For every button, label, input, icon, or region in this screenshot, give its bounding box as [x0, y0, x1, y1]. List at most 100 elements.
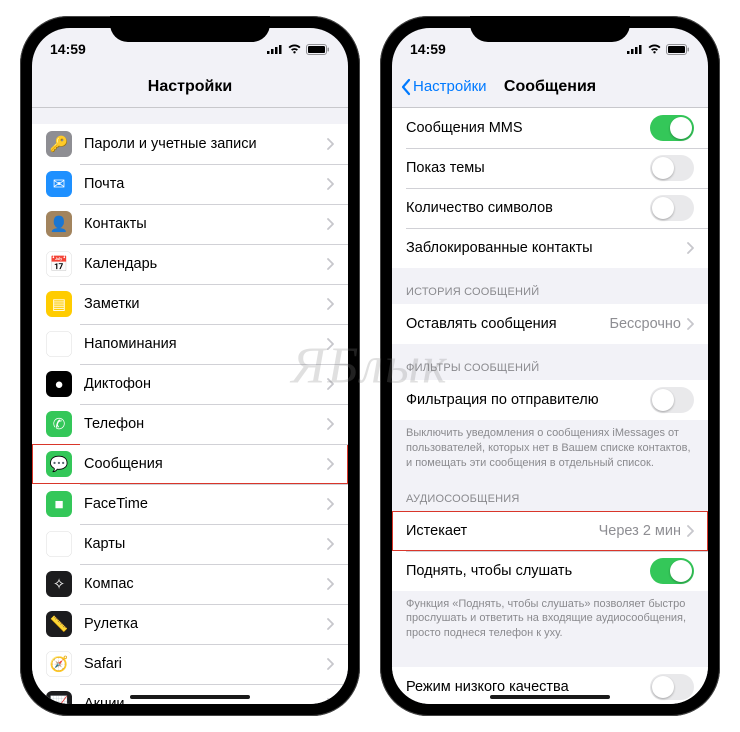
notch — [110, 16, 270, 42]
row-label: Пароли и учетные записи — [84, 136, 327, 152]
settings-row-facetime[interactable]: ■ FaceTime — [32, 484, 348, 524]
status-time: 14:59 — [50, 41, 86, 57]
settings-row-voice-memos[interactable]: ● Диктофон — [32, 364, 348, 404]
settings-row-mail[interactable]: ✉Почта — [32, 164, 348, 204]
wifi-icon — [287, 44, 302, 55]
back-label: Настройки — [413, 78, 487, 95]
row-label: Сообщения — [84, 456, 327, 472]
chevron-right-icon — [327, 138, 334, 150]
compass-icon: ✧ — [46, 571, 72, 597]
home-indicator[interactable] — [130, 695, 250, 699]
settings-row-messages[interactable]: 💬 Сообщения — [32, 444, 348, 484]
section-header-filter: ФИЛЬТРЫ СООБЩЕНИЙ — [392, 344, 708, 380]
stocks-icon: 📈 — [46, 691, 72, 704]
battery-icon — [306, 44, 330, 55]
messages-settings[interactable]: Сообщения MMS Показ темы Количество символ… — [392, 108, 708, 704]
chevron-right-icon — [327, 458, 334, 470]
row-label: Компас — [84, 576, 327, 592]
row-char-count[interactable]: Количество символов — [392, 188, 708, 228]
phone-icon: ✆ — [46, 411, 72, 437]
chevron-right-icon — [327, 378, 334, 390]
voice-memos-icon: ● — [46, 371, 72, 397]
settings-row-safari[interactable]: 🧭Safari — [32, 644, 348, 684]
row-label: Фильтрация по отправителю — [406, 392, 650, 408]
row-subject[interactable]: Показ темы — [392, 148, 708, 188]
row-raise-to-listen[interactable]: Поднять, чтобы слушать — [392, 551, 708, 591]
row-label: Рулетка — [84, 616, 327, 632]
settings-row-calendar[interactable]: 📅Календарь — [32, 244, 348, 284]
page-title: Настройки — [148, 78, 232, 96]
chevron-right-icon — [327, 618, 334, 630]
settings-row-compass[interactable]: ✧ Компас — [32, 564, 348, 604]
home-indicator[interactable] — [490, 695, 610, 699]
back-button[interactable]: Настройки — [400, 78, 487, 96]
toggle[interactable] — [650, 387, 694, 413]
settings-row-reminders[interactable]: ☰Напоминания — [32, 324, 348, 364]
chevron-right-icon — [327, 418, 334, 430]
settings-row-contacts[interactable]: 👤Контакты — [32, 204, 348, 244]
row-value: Через 2 мин — [599, 523, 681, 539]
row-expire[interactable]: ИстекаетЧерез 2 мин — [392, 511, 708, 551]
status-right — [627, 44, 690, 55]
chevron-right-icon — [327, 218, 334, 230]
chevron-right-icon — [687, 318, 694, 330]
phone-left: 14:59 Настройки 🔑 Пароли и учетные записи… — [20, 16, 360, 716]
row-label: Сообщения MMS — [406, 120, 650, 136]
toggle[interactable] — [650, 115, 694, 141]
row-label: Оставлять сообщения — [406, 316, 609, 332]
row-label: Показ темы — [406, 160, 650, 176]
settings-row-stocks[interactable]: 📈Акции — [32, 684, 348, 704]
chevron-right-icon — [327, 498, 334, 510]
settings-row-measure[interactable]: 📏 Рулетка — [32, 604, 348, 644]
row-label: Истекает — [406, 523, 599, 539]
notch — [470, 16, 630, 42]
row-label: Карты — [84, 536, 327, 552]
settings-row-passwords[interactable]: 🔑 Пароли и учетные записи — [32, 124, 348, 164]
row-keep-messages[interactable]: Оставлять сообщенияБессрочно — [392, 304, 708, 344]
chevron-right-icon — [327, 258, 334, 270]
toggle[interactable] — [650, 558, 694, 584]
row-label: Поднять, чтобы слушать — [406, 563, 650, 579]
row-label: Режим низкого качества — [406, 679, 650, 695]
measure-icon: 📏 — [46, 611, 72, 637]
maps-icon: 🗺 — [46, 531, 72, 557]
row-filter-unknown[interactable]: Фильтрация по отправителю — [392, 380, 708, 420]
row-label: Почта — [84, 176, 327, 192]
status-time: 14:59 — [410, 41, 446, 57]
row-blocked[interactable]: Заблокированные контакты — [392, 228, 708, 268]
chevron-right-icon — [327, 578, 334, 590]
footer-raise: Функция «Поднять, чтобы слушать» позволя… — [392, 591, 708, 646]
row-label: Заметки — [84, 296, 327, 312]
passwords-icon: 🔑 — [46, 131, 72, 157]
row-label: Safari — [84, 656, 327, 672]
row-label: Контакты — [84, 216, 327, 232]
chevron-right-icon — [687, 525, 694, 537]
settings-row-notes[interactable]: ▤ Заметки — [32, 284, 348, 324]
chevron-right-icon — [327, 178, 334, 190]
toggle[interactable] — [650, 155, 694, 181]
screen-right: 14:59 Настройки Сообщения Сообщения MMS П… — [392, 28, 708, 704]
battery-icon — [666, 44, 690, 55]
reminders-icon: ☰ — [46, 331, 72, 357]
cellular-icon — [627, 44, 643, 54]
phone-right: 14:59 Настройки Сообщения Сообщения MMS П… — [380, 16, 720, 716]
chevron-right-icon — [327, 338, 334, 350]
settings-row-phone[interactable]: ✆Телефон — [32, 404, 348, 444]
notes-icon: ▤ — [46, 291, 72, 317]
messages-icon: 💬 — [46, 451, 72, 477]
screen-left: 14:59 Настройки 🔑 Пароли и учетные записи… — [32, 28, 348, 704]
facetime-icon: ■ — [46, 491, 72, 517]
settings-list[interactable]: 🔑 Пароли и учетные записи ✉Почта👤Контакты📅… — [32, 108, 348, 704]
row-value: Бессрочно — [609, 316, 681, 332]
nav-bar: Настройки — [32, 66, 348, 108]
settings-row-maps[interactable]: 🗺 Карты — [32, 524, 348, 564]
toggle[interactable] — [650, 674, 694, 700]
row-label: FaceTime — [84, 496, 327, 512]
row-label: Диктофон — [84, 376, 327, 392]
page-title: Сообщения — [504, 78, 596, 96]
row-mms[interactable]: Сообщения MMS — [392, 108, 708, 148]
status-right — [267, 44, 330, 55]
chevron-right-icon — [327, 538, 334, 550]
toggle[interactable] — [650, 195, 694, 221]
chevron-right-icon — [327, 298, 334, 310]
